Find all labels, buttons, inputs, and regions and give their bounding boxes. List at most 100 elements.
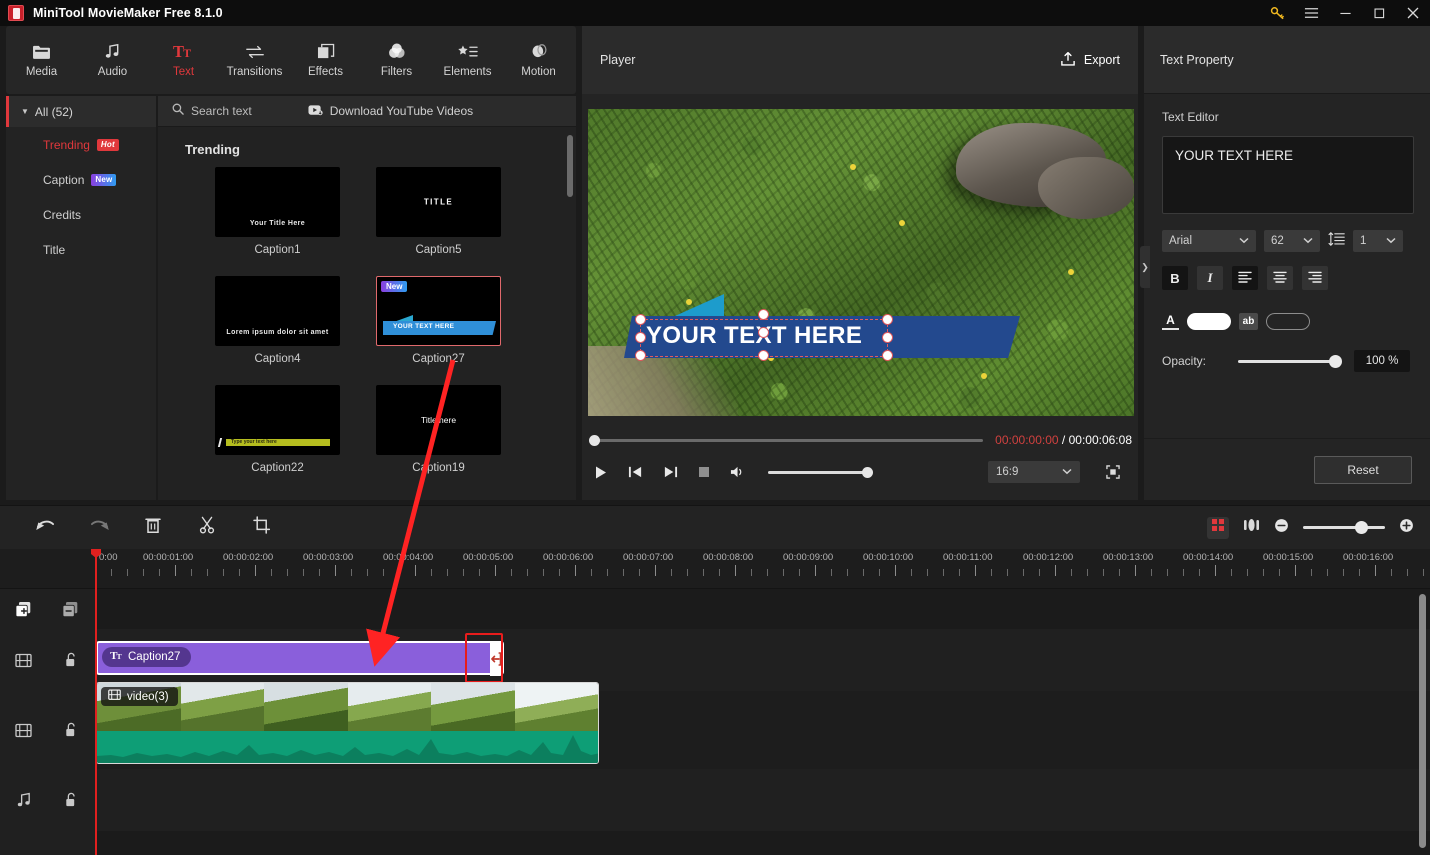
ruler-label: 00:00:16:00 — [1343, 552, 1394, 563]
opacity-knob[interactable] — [1329, 354, 1342, 368]
undo-button[interactable] — [18, 517, 72, 539]
key-icon[interactable] — [1260, 0, 1294, 26]
opacity-slider[interactable] — [1238, 354, 1342, 368]
opacity-value[interactable]: 100 % — [1354, 350, 1410, 372]
tab-transitions[interactable]: Transitions — [219, 26, 290, 94]
template-thumbnail[interactable]: TITLE — [376, 167, 501, 237]
align-center-button[interactable] — [1267, 266, 1293, 290]
template-thumbnail[interactable]: Type your text here — [215, 385, 340, 455]
text-overlay[interactable]: YOUR TEXT HERE — [624, 294, 1020, 361]
tab-media[interactable]: Media — [6, 26, 77, 94]
template-item-caption27[interactable]: New YOUR TEXT HERE Caption27 — [376, 276, 501, 365]
category-all[interactable]: ▼ All (52) — [6, 96, 156, 127]
text-color-swatch[interactable] — [1187, 312, 1231, 330]
clip-caption27[interactable]: TT Caption27 — [96, 641, 504, 676]
resize-handle-br[interactable] — [882, 350, 893, 361]
play-icon[interactable] — [594, 465, 608, 480]
playback-progress-slider[interactable] — [589, 434, 984, 446]
add-track-icon[interactable] — [0, 601, 47, 618]
resize-handle-tl[interactable] — [635, 314, 646, 325]
search-input[interactable]: Search text — [172, 102, 252, 120]
split-view-button[interactable] — [1207, 516, 1229, 539]
category-item-credits[interactable]: Credits — [6, 197, 156, 232]
tab-elements[interactable]: Elements — [432, 26, 503, 94]
resize-handle-ml[interactable] — [635, 332, 646, 343]
remove-track-icon[interactable] — [47, 601, 94, 618]
align-right-button[interactable] — [1302, 266, 1328, 290]
film-track-icon[interactable] — [0, 723, 47, 738]
playhead[interactable] — [91, 549, 101, 855]
split-button[interactable] — [180, 516, 234, 539]
download-youtube-button[interactable]: Download YouTube Videos — [308, 104, 473, 119]
timeline-scrollbar[interactable] — [1419, 594, 1426, 848]
stop-icon[interactable] — [698, 466, 710, 478]
template-thumbnail[interactable]: New YOUR TEXT HERE — [376, 276, 501, 346]
template-thumbnail[interactable]: Lorem ipsum dolor sit amet — [215, 276, 340, 346]
resize-handle-mr[interactable] — [882, 332, 893, 343]
line-height-select[interactable]: 1 — [1353, 230, 1403, 252]
tab-motion[interactable]: Motion — [503, 26, 574, 94]
library-scrollbar[interactable] — [567, 135, 573, 197]
previous-frame-icon[interactable] — [628, 465, 643, 479]
audio-detach-button[interactable] — [1243, 517, 1260, 538]
zoom-out-icon[interactable] — [1274, 518, 1289, 538]
unlock-icon[interactable] — [47, 792, 94, 808]
video-preview-stage[interactable]: YOUR TEXT HERE — [588, 109, 1134, 416]
template-thumbnail[interactable]: Title here — [376, 385, 501, 455]
tab-effects[interactable]: Effects — [290, 26, 361, 94]
ruler-tick-minor — [1311, 569, 1312, 576]
crop-button[interactable] — [234, 516, 288, 539]
font-size-select[interactable]: 62 — [1264, 230, 1320, 252]
export-button[interactable]: Export — [1060, 51, 1120, 70]
bold-button[interactable]: B — [1162, 266, 1188, 290]
category-item-title[interactable]: Title — [6, 232, 156, 267]
resize-handle-bc[interactable] — [758, 350, 769, 361]
font-family-select[interactable]: Arial — [1162, 230, 1256, 252]
volume-icon[interactable] — [730, 465, 746, 479]
film-track-icon[interactable] — [0, 653, 47, 668]
resize-handle-bl[interactable] — [635, 350, 646, 361]
timeline-zoom-slider[interactable] — [1303, 521, 1385, 534]
template-item[interactable]: Lorem ipsum dolor sit amet Caption4 — [215, 276, 340, 365]
volume-knob[interactable] — [862, 466, 873, 478]
tab-text[interactable]: TT Text — [148, 26, 219, 94]
volume-slider[interactable] — [768, 466, 873, 478]
hamburger-menu-icon[interactable] — [1294, 0, 1328, 26]
music-track-icon[interactable] — [0, 792, 47, 808]
maximize-icon[interactable] — [1362, 0, 1396, 26]
resize-handle-tc[interactable] — [758, 309, 769, 320]
resize-handle-tr[interactable] — [882, 314, 893, 325]
italic-button[interactable]: I — [1197, 266, 1223, 290]
redo-button[interactable] — [72, 517, 126, 539]
template-item[interactable]: Title here Caption19 — [376, 385, 501, 474]
align-left-button[interactable] — [1232, 266, 1258, 290]
rotate-handle[interactable] — [758, 327, 769, 338]
aspect-ratio-select[interactable]: 16:9 — [988, 461, 1080, 483]
unlock-icon[interactable] — [47, 652, 94, 668]
text-editor-input[interactable]: YOUR TEXT HERE — [1162, 136, 1414, 214]
progress-knob[interactable] — [589, 434, 600, 446]
next-frame-icon[interactable] — [663, 465, 678, 479]
fullscreen-icon[interactable] — [1100, 465, 1126, 479]
unlock-icon[interactable] — [47, 722, 94, 738]
tab-audio[interactable]: Audio — [77, 26, 148, 94]
minimize-icon[interactable] — [1328, 0, 1362, 26]
outline-color-swatch[interactable] — [1266, 312, 1310, 330]
template-item[interactable]: Type your text here Caption22 — [215, 385, 340, 474]
delete-button[interactable] — [126, 516, 180, 539]
template-item[interactable]: TITLE Caption5 — [376, 167, 501, 256]
close-icon[interactable] — [1396, 0, 1430, 26]
panel-collapse-toggle[interactable]: ❯ — [1140, 246, 1150, 288]
template-item[interactable]: Your Title Here Caption1 — [215, 167, 340, 256]
category-item-trending[interactable]: Trending Hot — [6, 127, 156, 162]
timeline-ruler[interactable]: 0:00 00:00:01:00 00:00:02:00 00:00:03:00 00:… — [0, 549, 1430, 589]
category-item-caption[interactable]: Caption New — [6, 162, 156, 197]
tab-filters[interactable]: Filters — [361, 26, 432, 94]
clip-video3[interactable]: video(3) — [96, 682, 599, 764]
zoom-knob[interactable] — [1355, 521, 1368, 534]
track-row-audio[interactable] — [95, 769, 1430, 831]
timeline-toolbar — [0, 505, 1430, 549]
template-thumbnail[interactable]: Your Title Here — [215, 167, 340, 237]
zoom-in-icon[interactable] — [1399, 518, 1414, 538]
reset-button[interactable]: Reset — [1314, 455, 1412, 484]
